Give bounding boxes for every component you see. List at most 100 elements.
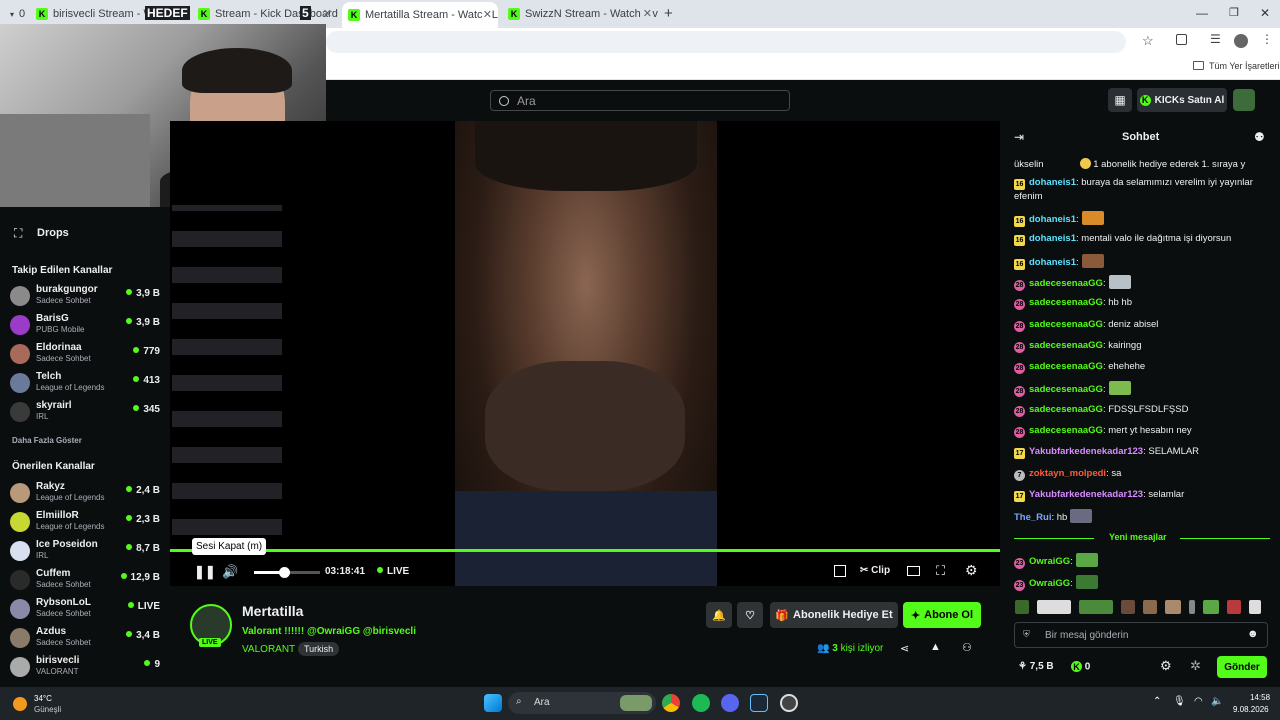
more-options-icon[interactable]: ⚇ xyxy=(962,641,972,654)
spotify-icon[interactable] xyxy=(692,694,710,712)
tab-birisvecli[interactable]: K birisvecli Stream - Watch L HEDEF xyxy=(30,4,192,24)
new-tab-button[interactable]: + xyxy=(664,5,673,22)
sidebar-channel[interactable]: burakgungor Sadece Sohbet 3,9 B xyxy=(10,284,160,312)
dashboard-button[interactable]: ▦ xyxy=(1108,88,1132,112)
user-avatar[interactable] xyxy=(1233,89,1255,111)
chat-username[interactable]: sadecesenaaGG xyxy=(1029,340,1103,351)
chat-username[interactable]: zoktayn_molpedi xyxy=(1029,468,1106,479)
chat-settings-icon[interactable]: ⚙ xyxy=(1160,658,1172,674)
tab-swizzn[interactable]: K SwizzN Stream - Watch Live on ✕ xyxy=(502,4,658,24)
volume-knob[interactable] xyxy=(278,567,290,578)
sidebar-channel[interactable]: Eldorinaa Sadece Sohbet 779 xyxy=(10,342,160,370)
minimize-icon[interactable]: — xyxy=(1196,6,1208,20)
chat-username[interactable]: sadecesenaaGG xyxy=(1029,384,1103,395)
chat-username[interactable]: Yakubfarkedenekadar123 xyxy=(1029,446,1143,457)
sidebar-channel[interactable]: Telch League of Legends 413 xyxy=(10,371,160,399)
chat-username[interactable]: The_Rui xyxy=(1014,512,1051,523)
sidebar-channel[interactable]: birisvecli VALORANT 9 xyxy=(10,655,160,683)
reading-list-icon[interactable]: ☰ xyxy=(1210,32,1221,46)
extensions-icon[interactable] xyxy=(1176,34,1187,45)
chat-username[interactable]: sadecesenaaGG xyxy=(1029,278,1103,289)
sidebar-channel[interactable]: Rakyz League of Legends 2,4 B xyxy=(10,481,160,509)
emote-icon[interactable] xyxy=(1203,600,1219,614)
weather-temp[interactable]: 34°C xyxy=(34,694,52,703)
chat-username[interactable]: sadecesenaaGG xyxy=(1029,404,1103,415)
show-more-link[interactable]: Daha Fazla Göster xyxy=(12,436,82,445)
emote-icon[interactable] xyxy=(1079,600,1113,614)
kicks-balance[interactable]: ⚘ 7,5 B xyxy=(1018,661,1054,672)
streamer-name[interactable]: Mertatilla xyxy=(242,603,303,619)
tab-mertatilla[interactable]: K Mertatilla Stream - Watch Live ✕ xyxy=(342,2,498,28)
gift-sub-button[interactable]: 🎁 Abonelik Hediye Et xyxy=(770,602,898,628)
chat-username[interactable]: sadecesenaaGG xyxy=(1029,425,1103,436)
emoji-icon[interactable]: ☻ xyxy=(1247,628,1259,640)
volume-button[interactable]: 🔊 xyxy=(222,564,238,580)
buy-kicks-button[interactable]: K KICKs Satın Al xyxy=(1137,88,1227,112)
playback-progress-bar[interactable] xyxy=(170,549,1000,552)
sidebar-channel[interactable]: RybsonLoL Sadece Sohbet LIVE xyxy=(10,597,160,625)
notification-button[interactable]: 🔔 xyxy=(706,602,732,628)
chat-username[interactable]: sadecesenaaGG xyxy=(1029,319,1103,330)
emote-icon[interactable] xyxy=(1143,600,1157,614)
speaker-icon[interactable]: 🔈 xyxy=(1211,696,1223,707)
clip-button[interactable]: ✂ Clip xyxy=(860,565,890,576)
close-icon[interactable]: ✕ xyxy=(323,7,332,20)
emote-icon[interactable] xyxy=(1249,600,1261,614)
discord-icon[interactable] xyxy=(721,694,739,712)
emote-icon[interactable] xyxy=(1037,600,1071,614)
sidebar-channel[interactable]: Ice Poseidon IRL 8,7 B xyxy=(10,539,160,567)
tab-counter[interactable]: ▾ 0 xyxy=(4,4,30,24)
sidebar-channel[interactable]: skyrairl IRL 345 xyxy=(10,400,160,428)
close-icon[interactable]: ✕ xyxy=(482,8,492,21)
sidebar-channel[interactable]: Cuffem Sadece Sohbet 12,9 B xyxy=(10,568,160,596)
chat-bot-icon[interactable]: ✲ xyxy=(1190,658,1201,674)
follow-button[interactable]: ♡ xyxy=(737,602,763,628)
maximize-icon[interactable]: ❐ xyxy=(1229,6,1239,19)
tray-chevron-icon[interactable]: ⌃ xyxy=(1153,696,1161,707)
emote-icon[interactable] xyxy=(1227,600,1241,614)
fullscreen-icon[interactable]: ⛶ xyxy=(936,563,945,579)
taskbar-search[interactable]: ⌕ Ara xyxy=(508,692,656,714)
chat-username[interactable]: sadecesenaaGG xyxy=(1029,361,1103,372)
settings-gear-icon[interactable]: ⚙ xyxy=(965,562,978,579)
window-close-icon[interactable]: ✕ xyxy=(1260,6,1270,20)
all-bookmarks-link[interactable]: Tüm Yer İşaretleri xyxy=(1209,61,1280,71)
stream-tag[interactable]: Turkish xyxy=(298,642,340,656)
tab-kick-dashboard[interactable]: K Stream - Kick Dashboard 5 ✕ xyxy=(192,4,338,24)
search-input[interactable]: Ara xyxy=(490,90,790,111)
volume-slider[interactable] xyxy=(254,567,320,578)
sidebar-channel[interactable]: ElmiilloR League of Legends 2,3 B xyxy=(10,510,160,538)
chat-username[interactable]: OwraiGG xyxy=(1029,556,1070,567)
send-button[interactable]: Gönder xyxy=(1217,656,1267,678)
chat-username[interactable]: sadecesenaaGG xyxy=(1029,297,1103,308)
address-input[interactable] xyxy=(326,31,1126,53)
chat-username[interactable]: dohaneis1 xyxy=(1029,233,1076,244)
channel-points[interactable]: K 0 xyxy=(1071,661,1090,673)
sidebar-channel[interactable]: BarisG PUBG Mobile 3,9 B xyxy=(10,313,160,341)
chat-username[interactable]: dohaneis1 xyxy=(1029,177,1076,188)
clock-time[interactable]: 14:58 xyxy=(1250,693,1270,702)
emote-icon[interactable] xyxy=(1189,600,1195,614)
emote-icon[interactable] xyxy=(1165,600,1181,614)
obs-icon[interactable] xyxy=(780,694,798,712)
star-icon[interactable]: ☆ xyxy=(1142,33,1154,49)
chat-username[interactable]: OwraiGG xyxy=(1029,578,1070,589)
steam-icon[interactable] xyxy=(750,694,768,712)
drops-link[interactable]: Drops xyxy=(37,227,69,239)
chrome-icon[interactable] xyxy=(662,694,680,712)
chat-username[interactable]: dohaneis1 xyxy=(1029,257,1076,268)
pause-button[interactable]: ❚❚ xyxy=(194,564,216,580)
collapse-chat-icon[interactable]: ⇥ xyxy=(1014,130,1024,144)
share-icon[interactable]: ⋖ xyxy=(900,642,909,655)
chat-users-icon[interactable]: ⚉ xyxy=(1254,130,1265,144)
windows-start-icon[interactable] xyxy=(484,694,502,712)
weather-desc[interactable]: Güneşli xyxy=(34,705,61,714)
menu-icon[interactable]: ⋮ xyxy=(1261,32,1273,46)
report-icon[interactable]: ▲ xyxy=(930,641,941,653)
stream-category[interactable]: VALORANT xyxy=(242,644,295,655)
wifi-icon[interactable]: ◠ xyxy=(1194,696,1203,707)
clock-date[interactable]: 9.08.2026 xyxy=(1233,705,1269,714)
profile-avatar[interactable] xyxy=(1234,34,1248,48)
theater-mode-icon[interactable] xyxy=(907,566,920,576)
close-icon[interactable]: ✕ xyxy=(642,7,652,20)
